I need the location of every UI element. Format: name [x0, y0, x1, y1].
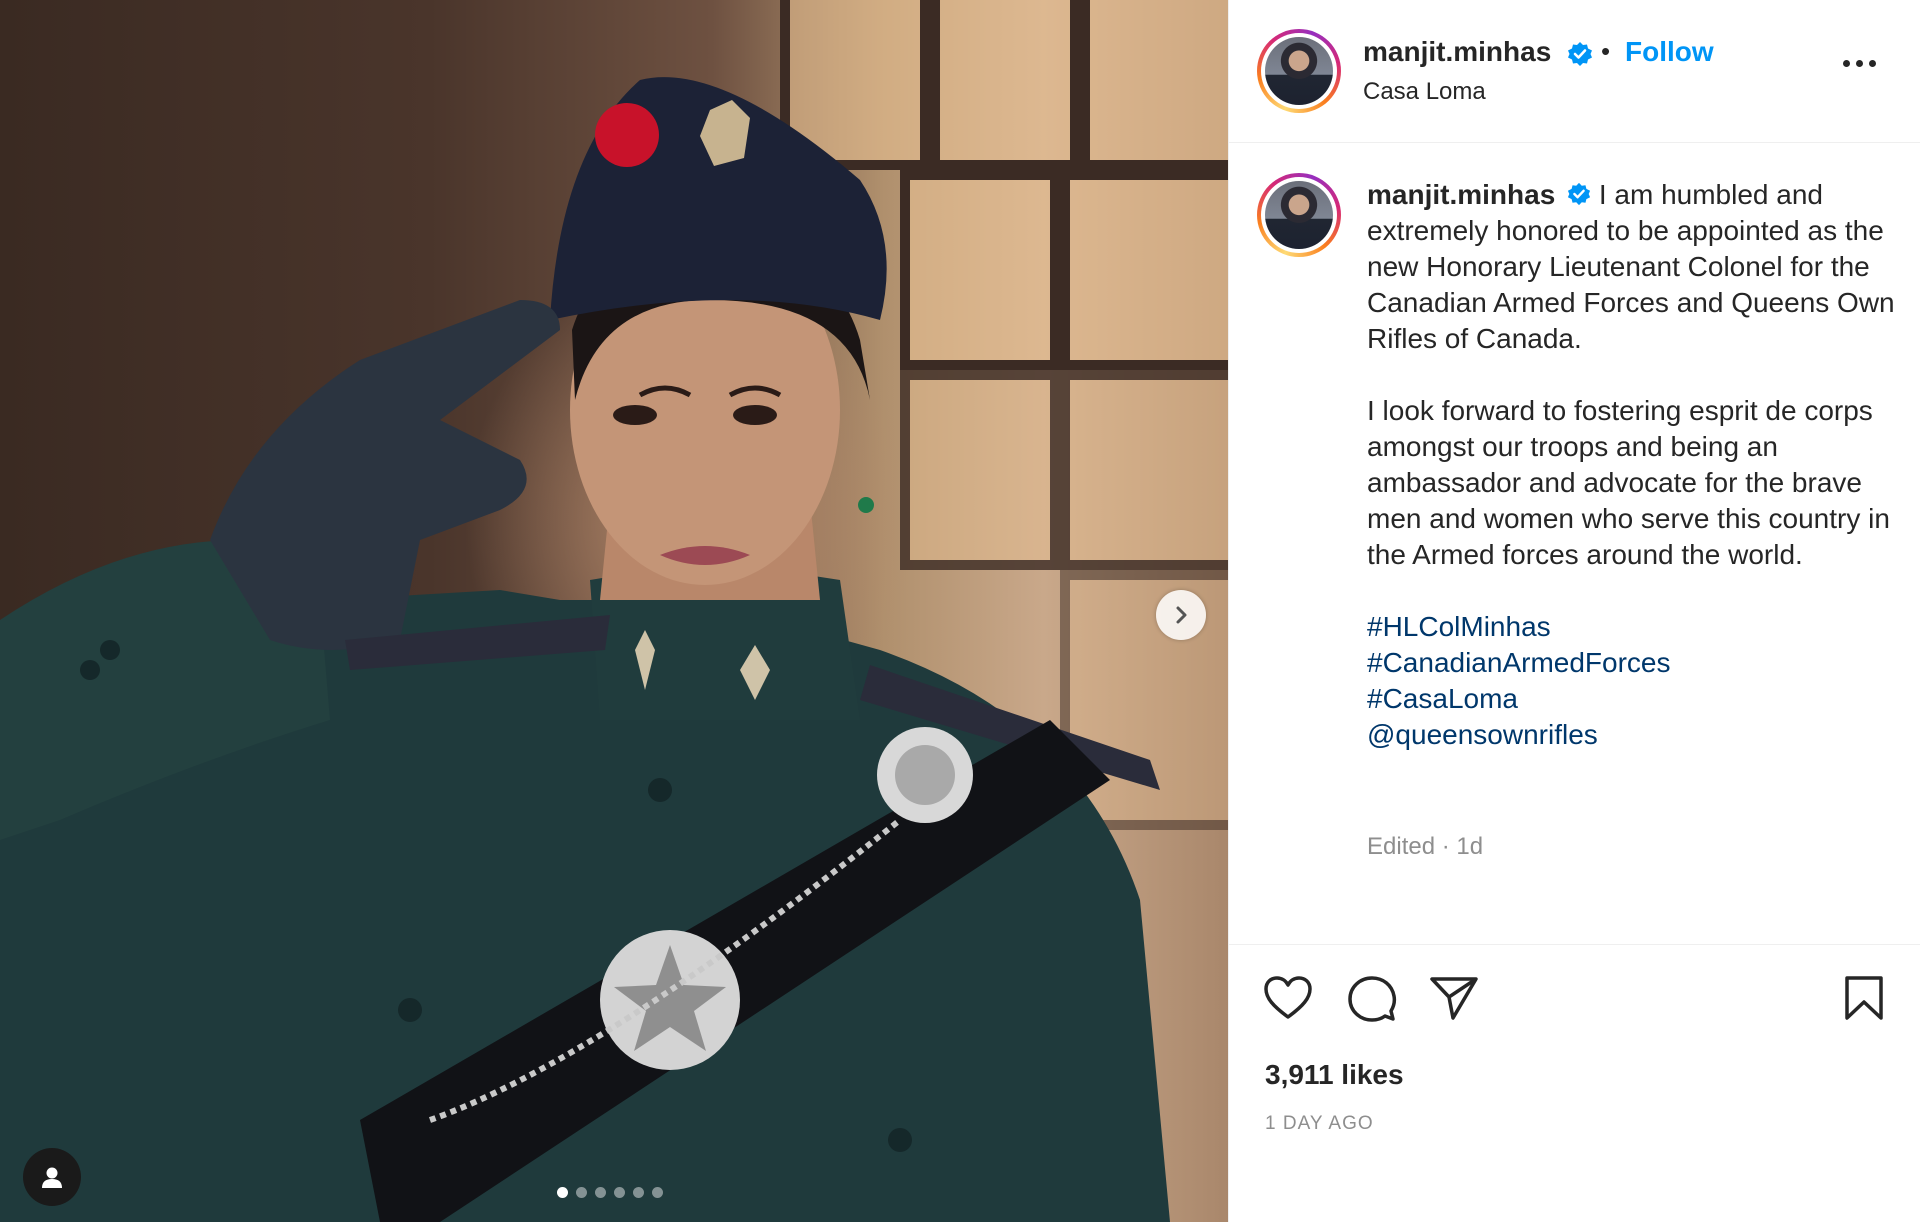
caption-section: manjit.minhas I am humbled and extremely…: [1229, 143, 1920, 943]
carousel-dot[interactable]: [614, 1187, 625, 1198]
post-photo[interactable]: [0, 0, 1228, 1222]
user-icon: [42, 1167, 62, 1188]
verified-badge-icon: [1568, 41, 1593, 66]
hashtag-link[interactable]: #CasaLoma: [1367, 681, 1897, 717]
saluting-officer-illustration: [0, 77, 1170, 1222]
post-header: manjit.minhas • Follow Casa Loma: [1229, 0, 1920, 143]
avatar[interactable]: [1257, 29, 1341, 113]
carousel-dot[interactable]: [557, 1187, 568, 1198]
carousel-indicator: [557, 1187, 663, 1198]
carousel-dot[interactable]: [652, 1187, 663, 1198]
bookmark-icon: [1845, 976, 1883, 1020]
post-date[interactable]: 1 DAY AGO: [1265, 1113, 1374, 1135]
hashtag-link[interactable]: #HLColMinhas: [1367, 609, 1897, 645]
paper-plane-icon: [1430, 977, 1478, 1020]
like-count[interactable]: 3,911 likes: [1265, 1059, 1404, 1091]
username-text: manjit.minhas: [1363, 36, 1552, 67]
profile-picture: [1265, 37, 1333, 105]
caption-paragraph: I look forward to fostering esprit de co…: [1367, 395, 1890, 570]
instagram-post-view: manjit.minhas • Follow Casa Loma manjit.…: [0, 0, 1920, 1222]
tagged-users-button[interactable]: [23, 1148, 81, 1206]
save-button[interactable]: [1843, 975, 1885, 1026]
username-link[interactable]: manjit.minhas: [1363, 36, 1593, 68]
post-actions: 3,911 likes 1 DAY AGO: [1229, 944, 1920, 1222]
avatar[interactable]: [1257, 173, 1341, 257]
next-slide-button[interactable]: [1156, 590, 1206, 640]
comment-icon: [1348, 976, 1397, 1022]
edited-timestamp: Edited · 1d: [1367, 833, 1484, 860]
carousel-dot[interactable]: [595, 1187, 606, 1198]
post-sidebar: manjit.minhas • Follow Casa Loma manjit.…: [1228, 0, 1920, 1222]
chevron-right-icon: [1176, 606, 1187, 624]
location-link[interactable]: Casa Loma: [1363, 78, 1486, 106]
verified-badge-icon: [1567, 182, 1591, 205]
heart-icon: [1264, 976, 1312, 1019]
profile-picture: [1265, 181, 1333, 249]
hashtag-link[interactable]: #CanadianArmedForces: [1367, 645, 1897, 681]
like-button[interactable]: [1263, 975, 1313, 1026]
comment-button[interactable]: [1347, 975, 1397, 1028]
caption-text: manjit.minhas I am humbled and extremely…: [1367, 177, 1897, 753]
carousel-dot[interactable]: [633, 1187, 644, 1198]
separator-dot: •: [1601, 36, 1611, 66]
mention-link[interactable]: @queensownrifles: [1367, 717, 1897, 753]
more-options-icon[interactable]: [1843, 60, 1876, 67]
follow-button[interactable]: Follow: [1625, 36, 1714, 68]
carousel-dot[interactable]: [576, 1187, 587, 1198]
caption-username[interactable]: manjit.minhas: [1367, 179, 1555, 210]
share-button[interactable]: [1429, 975, 1479, 1026]
